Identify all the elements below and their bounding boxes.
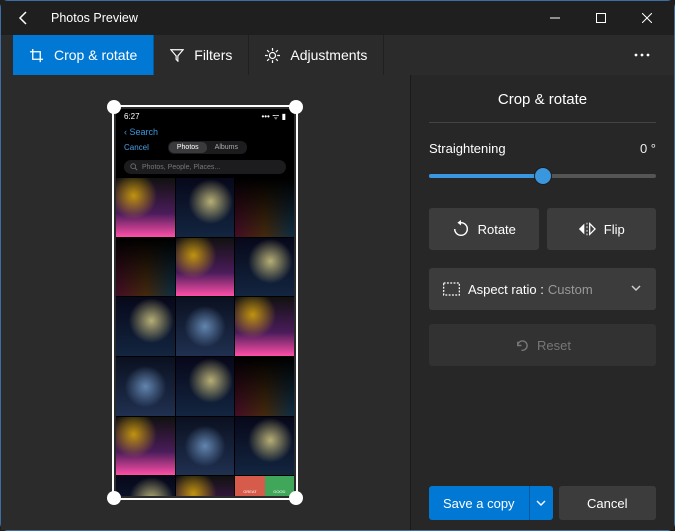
rotate-icon	[452, 220, 470, 238]
reset-label: Reset	[537, 338, 571, 353]
reset-button: Reset	[429, 324, 656, 366]
crop-handle-top-left[interactable]	[107, 100, 121, 114]
aspect-ratio-icon	[443, 282, 460, 296]
aspect-ratio-dropdown[interactable]: Aspect ratio : Custom	[429, 268, 656, 310]
save-copy-button[interactable]: Save a copy	[429, 486, 529, 520]
arrow-left-icon	[16, 10, 32, 26]
magnifier-icon	[130, 163, 138, 171]
flip-button[interactable]: Flip	[547, 208, 657, 250]
adjustments-icon	[265, 48, 280, 63]
undo-icon	[514, 338, 529, 353]
phone-time: 6:27	[124, 112, 140, 121]
save-copy-label: Save a copy	[443, 496, 515, 511]
panel-title: Crop & rotate	[429, 91, 656, 123]
flip-label: Flip	[604, 222, 625, 237]
editor-tab-bar: Crop & rotate Filters Adjustments	[1, 35, 674, 75]
app-title: Photos Preview	[51, 11, 138, 25]
close-icon	[642, 13, 652, 23]
aspect-ratio-label: Aspect ratio :	[468, 282, 544, 297]
tab-crop-rotate[interactable]: Crop & rotate	[13, 35, 154, 75]
chevron-down-icon	[536, 498, 546, 508]
close-button[interactable]	[624, 1, 670, 35]
image-canvas[interactable]: 6:27 ••• ᯤ ▮ ‹ Search Cancel Photos Albu…	[1, 75, 410, 530]
minimize-icon	[550, 13, 560, 23]
tab-adjustments-label: Adjustments	[290, 47, 367, 63]
tab-filters[interactable]: Filters	[154, 35, 249, 75]
maximize-button[interactable]	[578, 1, 624, 35]
phone-status-icons: ••• ᯤ ▮	[261, 111, 286, 122]
tab-crop-label: Crop & rotate	[54, 47, 137, 63]
tab-adjustments[interactable]: Adjustments	[249, 35, 384, 75]
more-options-button[interactable]	[622, 35, 662, 75]
title-bar: Photos Preview	[1, 1, 674, 35]
rotate-button[interactable]: Rotate	[429, 208, 539, 250]
crop-handle-top-right[interactable]	[289, 100, 303, 114]
crop-icon	[29, 48, 44, 63]
straighten-slider[interactable]	[429, 164, 656, 188]
cancel-button[interactable]: Cancel	[559, 486, 656, 520]
rotate-label: Rotate	[478, 222, 516, 237]
slider-thumb[interactable]	[535, 168, 551, 184]
straighten-value: 0 °	[640, 141, 656, 156]
crop-handle-bottom-right[interactable]	[289, 491, 303, 505]
maximize-icon	[596, 13, 606, 23]
aspect-ratio-value: Custom	[548, 282, 593, 297]
ellipsis-icon	[634, 53, 650, 57]
cancel-label: Cancel	[587, 496, 627, 511]
flip-icon	[578, 222, 596, 236]
phone-seg-photos: Photos	[169, 142, 207, 153]
phone-search-placeholder: Photos, People, Places...	[142, 164, 220, 171]
minimize-button[interactable]	[532, 1, 578, 35]
embedded-phone-screenshot: 6:27 ••• ᯤ ▮ ‹ Search Cancel Photos Albu…	[116, 109, 294, 496]
filters-icon	[170, 48, 184, 62]
chevron-down-icon	[630, 282, 642, 297]
tab-filters-label: Filters	[194, 47, 232, 63]
back-button[interactable]	[9, 3, 39, 33]
side-panel: Crop & rotate Straightening 0 ° Rotate F…	[410, 75, 674, 530]
crop-handle-bottom-left[interactable]	[107, 491, 121, 505]
crop-frame[interactable]: 6:27 ••• ᯤ ▮ ‹ Search Cancel Photos Albu…	[112, 105, 298, 500]
straighten-label: Straightening	[429, 141, 506, 156]
phone-cancel: Cancel	[124, 143, 149, 152]
save-copy-dropdown[interactable]	[529, 486, 553, 520]
phone-back-label: Search	[130, 127, 159, 137]
phone-seg-albums: Albums	[207, 142, 246, 153]
